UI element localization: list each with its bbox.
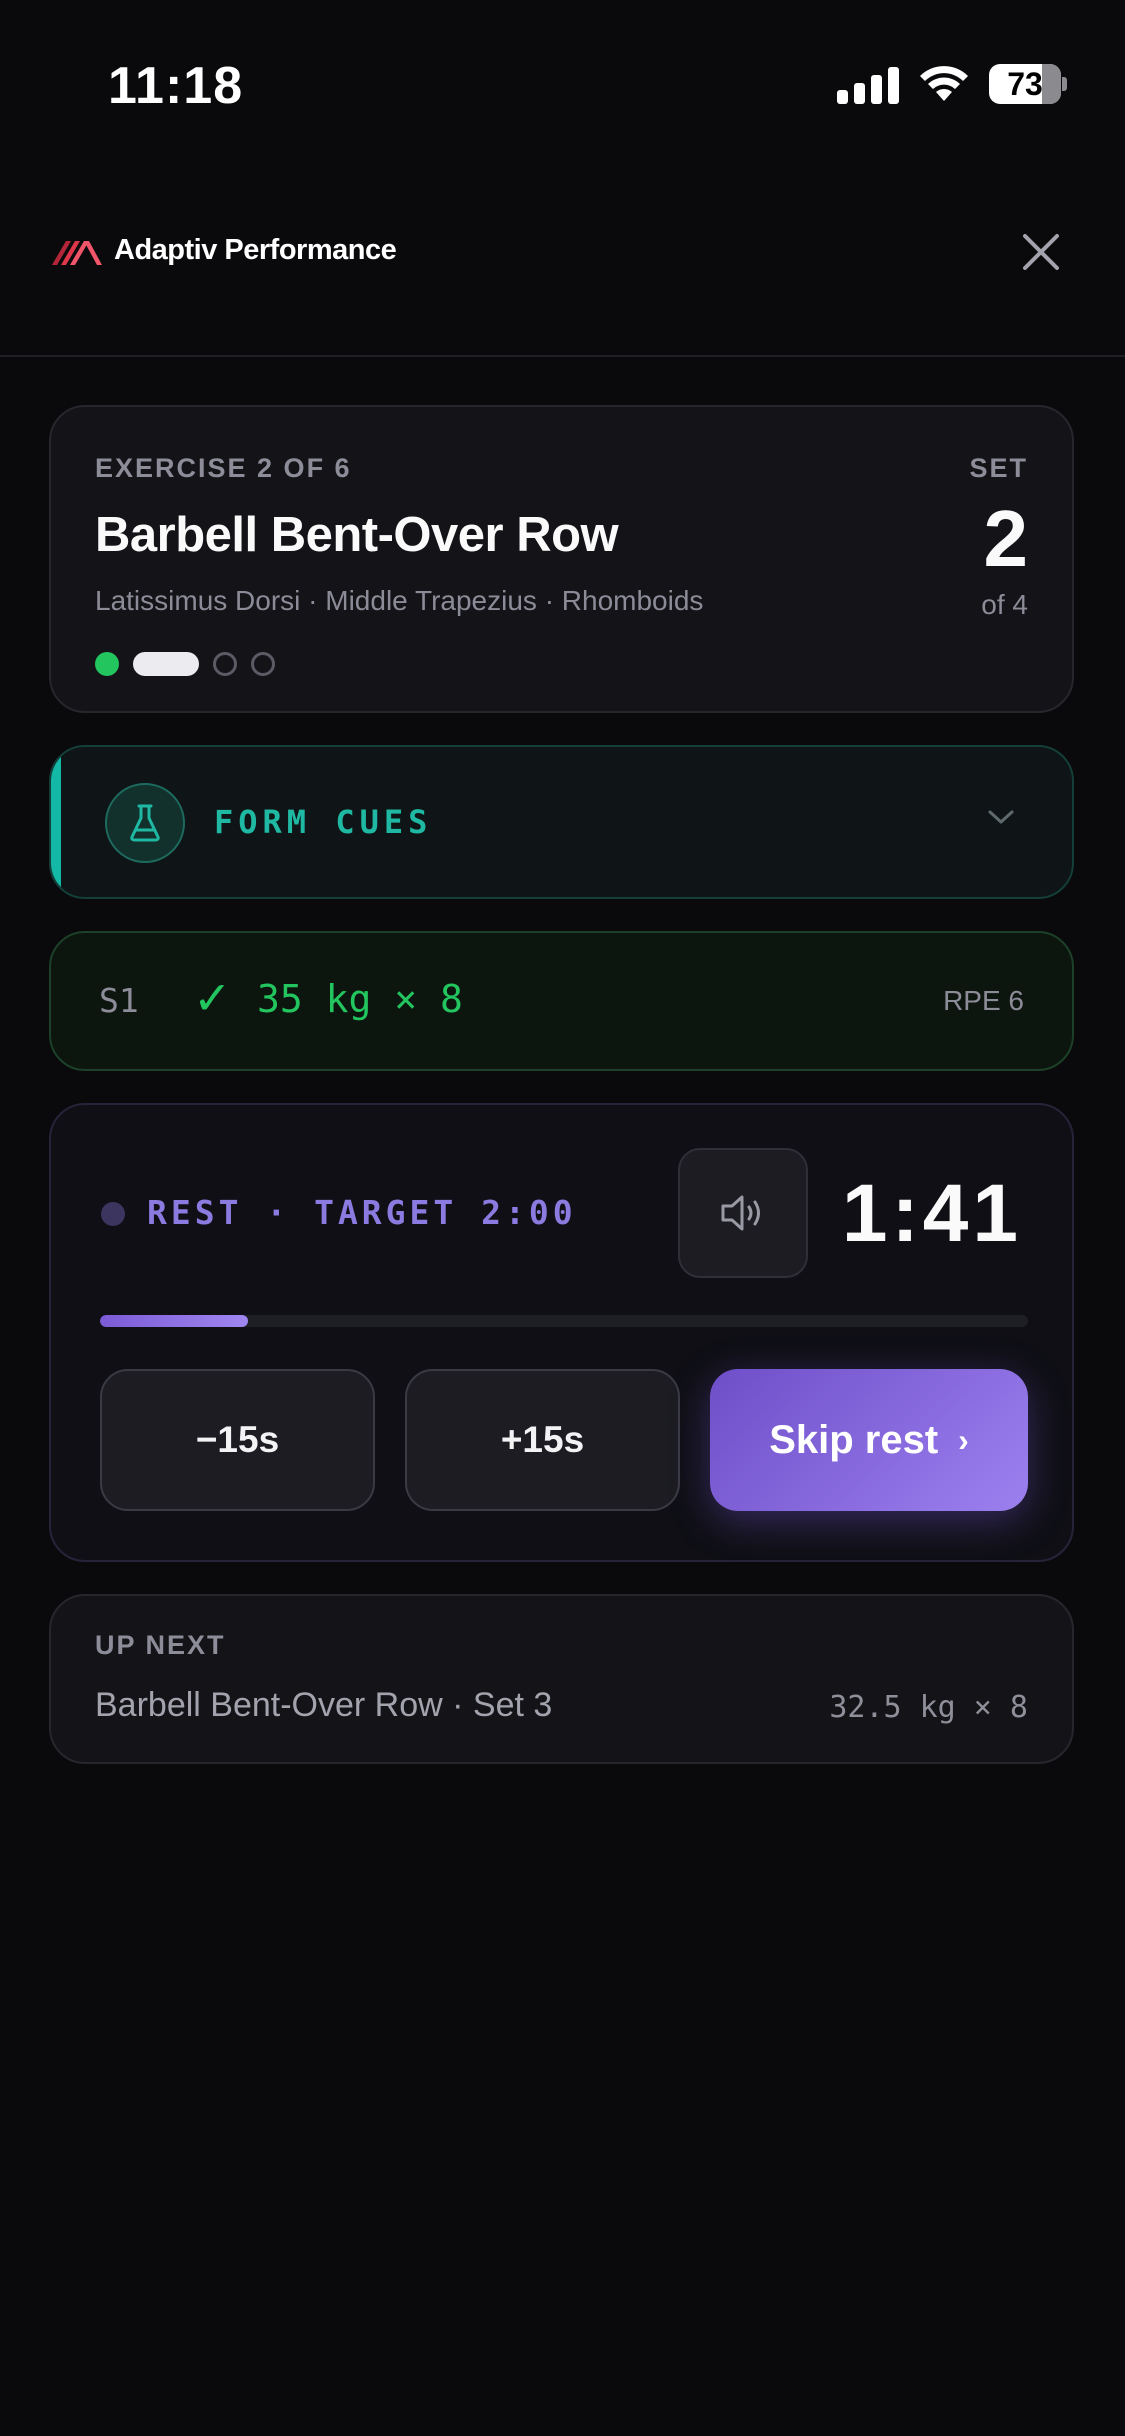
add-15s-button[interactable]: +15s xyxy=(405,1369,680,1511)
rest-progress-fill xyxy=(100,1315,249,1327)
exercise-counter: EXERCISE 2 OF 6 xyxy=(95,453,352,483)
set-dot-done xyxy=(95,652,119,676)
exercise-name: Barbell Bent-Over Row xyxy=(95,508,619,562)
cellular-signal-icon xyxy=(837,64,899,104)
form-cues-label: FORM CUES xyxy=(214,803,433,841)
app-header xyxy=(0,200,1125,357)
rest-progress-bar xyxy=(100,1315,1028,1327)
chevron-down-icon xyxy=(988,810,1014,824)
set-dot-todo xyxy=(213,652,237,676)
flask-icon-badge xyxy=(105,783,185,863)
brand-name: Adaptiv Performance xyxy=(114,234,397,266)
up-next-exercise: Barbell Bent-Over Row · Set 3 xyxy=(95,1686,553,1724)
speaker-icon xyxy=(721,1195,760,1231)
status-icons: 73 xyxy=(837,64,1067,104)
set-progress-dots xyxy=(95,652,275,676)
chevron-right-icon: › xyxy=(958,1421,969,1458)
battery-percent: 73 xyxy=(1007,65,1043,102)
up-next-label: UP NEXT xyxy=(95,1630,226,1660)
logged-set-value: 35 kg × 8 xyxy=(257,977,463,1021)
skip-rest-button[interactable]: Skip rest › xyxy=(710,1369,1028,1511)
status-bar: 11:18 73 xyxy=(0,0,1125,170)
subtract-15s-button[interactable]: −15s xyxy=(100,1369,375,1511)
exercise-card: EXERCISE 2 OF 6 Barbell Bent-Over Row La… xyxy=(49,405,1074,713)
up-next-weight: 32.5 kg × 8 xyxy=(829,1690,1028,1725)
brand: Adaptiv Performance xyxy=(52,234,397,267)
logged-set-row: S1 ✓ 35 kg × 8 RPE 6 xyxy=(49,931,1074,1071)
logged-set-number: S1 xyxy=(99,981,139,1020)
rest-label: REST · TARGET 2:00 xyxy=(147,1193,577,1232)
rest-status-dot xyxy=(101,1202,125,1226)
set-dot-todo xyxy=(251,652,275,676)
set-dot-current xyxy=(133,652,199,676)
wifi-icon xyxy=(920,66,968,101)
rest-timer: 1:41 xyxy=(841,1168,1022,1259)
set-label: SET xyxy=(969,453,1028,483)
form-cues-accent xyxy=(51,747,61,897)
chevron-stripes-logo-icon xyxy=(52,240,102,265)
logged-set-rpe: RPE 6 xyxy=(943,985,1024,1016)
set-number: 2 xyxy=(983,494,1029,583)
status-time: 11:18 xyxy=(108,57,244,115)
skip-rest-label: Skip rest xyxy=(769,1417,939,1462)
close-icon xyxy=(1023,234,1059,270)
close-button[interactable] xyxy=(1019,230,1063,274)
checkmark-icon: ✓ xyxy=(193,972,232,1024)
flask-icon xyxy=(130,804,160,842)
form-cues-toggle[interactable]: FORM CUES xyxy=(49,745,1074,899)
set-total: of 4 xyxy=(981,589,1028,620)
rest-timer-card: REST · TARGET 2:00 1:41 −15s +15s Skip r… xyxy=(49,1103,1074,1562)
sound-toggle-button[interactable] xyxy=(678,1148,808,1278)
battery-icon: 73 xyxy=(989,64,1067,104)
up-next-card: UP NEXT Barbell Bent-Over Row · Set 3 32… xyxy=(49,1594,1074,1764)
exercise-muscles: Latissimus Dorsi · Middle Trapezius · Rh… xyxy=(95,585,704,616)
